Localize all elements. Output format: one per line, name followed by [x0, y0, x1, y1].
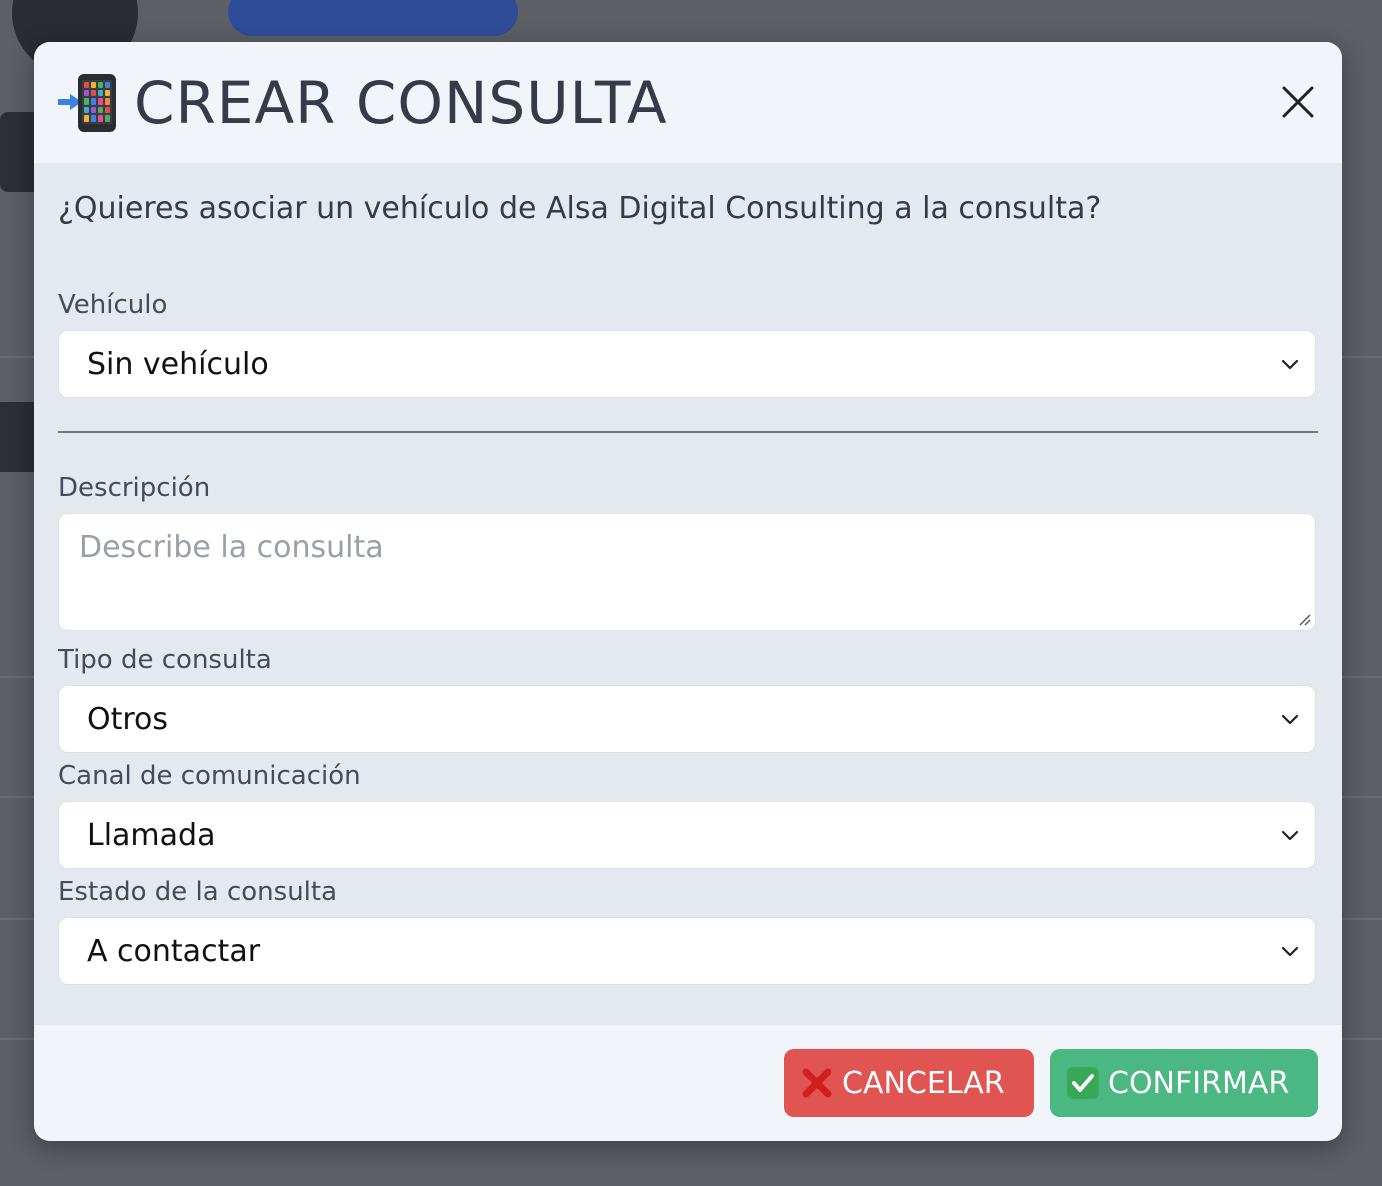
description-placeholder: Describe la consulta	[79, 530, 384, 565]
channel-select[interactable]: Llamada	[58, 801, 1316, 869]
check-mark-icon	[1067, 1067, 1099, 1099]
chevron-down-icon	[1281, 359, 1299, 370]
chevron-down-icon	[1281, 830, 1299, 841]
status-label: Estado de la consulta	[58, 877, 338, 907]
query-type-select[interactable]: Otros	[58, 685, 1316, 753]
vehicle-label: Vehículo	[58, 290, 168, 320]
query-type-select-value: Otros	[87, 701, 169, 737]
query-type-label: Tipo de consulta	[58, 645, 272, 675]
close-button[interactable]	[1280, 84, 1316, 120]
modal-title: CREAR CONSULTA	[134, 68, 668, 137]
chevron-down-icon	[1281, 714, 1299, 725]
chevron-down-icon	[1281, 946, 1299, 957]
status-select[interactable]: A contactar	[58, 917, 1316, 985]
channel-label: Canal de comunicación	[58, 761, 361, 791]
create-query-modal: CREAR CONSULTA ¿Quieres asociar un vehíc…	[34, 42, 1342, 1141]
phone-shape	[78, 73, 116, 132]
modal-footer: CANCELAR CONFIRMAR	[34, 1025, 1342, 1141]
confirm-button[interactable]: CONFIRMAR	[1050, 1049, 1318, 1117]
resize-handle-icon[interactable]	[1296, 611, 1312, 627]
cancel-button[interactable]: CANCELAR	[784, 1049, 1034, 1117]
status-select-value: A contactar	[87, 933, 261, 969]
channel-select-value: Llamada	[87, 817, 216, 853]
background-pill-button	[228, 0, 518, 36]
confirm-button-label: CONFIRMAR	[1108, 1065, 1290, 1101]
vehicle-select-value: Sin vehículo	[87, 346, 269, 382]
cancel-button-label: CANCELAR	[842, 1065, 1005, 1101]
close-icon[interactable]	[1280, 84, 1316, 120]
description-label: Descripción	[58, 473, 211, 503]
modal-body: ¿Quieres asociar un vehículo de Alsa Dig…	[34, 163, 1342, 985]
cross-mark-icon	[802, 1068, 832, 1098]
modal-header: CREAR CONSULTA	[34, 42, 1342, 163]
vehicle-select[interactable]: Sin vehículo	[58, 330, 1316, 398]
mobile-phone-with-arrow-icon	[58, 72, 120, 134]
description-textarea[interactable]: Describe la consulta	[58, 513, 1316, 631]
section-divider	[58, 431, 1318, 433]
vehicle-question: ¿Quieres asociar un vehículo de Alsa Dig…	[58, 191, 1102, 226]
